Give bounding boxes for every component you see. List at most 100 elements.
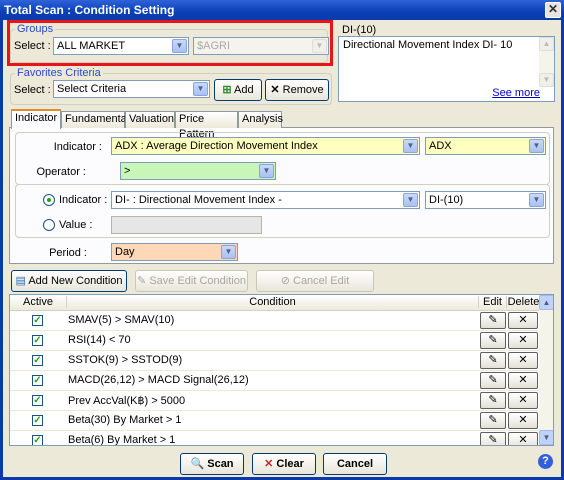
edit-button[interactable]: ✎ [480, 352, 506, 369]
indicator-label: Indicator : [53, 141, 102, 153]
active-checkbox[interactable]: ✓ [32, 335, 43, 346]
table-row[interactable]: ✓ Beta(6) By Market > 1 ✎ ✕ [10, 431, 540, 446]
active-checkbox[interactable]: ✓ [32, 395, 43, 406]
scan-button[interactable]: 🔍 Scan [180, 453, 244, 475]
edit-button[interactable]: ✎ [480, 412, 506, 429]
table-header: Active Condition Edit Delete [10, 295, 540, 311]
cancel-edit-condition-button[interactable]: ⊘ Cancel Edit Condition [256, 270, 374, 307]
condition-text: MACD(26,12) > MACD Signal(26,12) [68, 374, 249, 386]
delete-button[interactable]: ✕ [508, 432, 538, 446]
table-row[interactable]: ✓ RSI(14) < 70 ✎ ✕ [10, 331, 540, 351]
pencil-icon: ✎ [488, 434, 498, 446]
table-row[interactable]: ✓ Beta(30) By Market > 1 ✎ ✕ [10, 411, 540, 431]
operator-select[interactable]: > ▼ [120, 162, 276, 180]
edit-button[interactable]: ✎ [480, 432, 506, 446]
edit-button[interactable]: ✎ [480, 392, 506, 409]
window-title: Total Scan : Condition Setting [0, 0, 564, 20]
indicator-select[interactable]: ADX : Average Direction Movement Index ▼ [111, 137, 420, 155]
table-scrollbar[interactable]: ▲ ▼ [539, 295, 553, 445]
condition-text: Beta(6) By Market > 1 [68, 434, 176, 446]
pencil-icon: ✎ [488, 374, 498, 386]
condition-text: SMAV(5) > SMAV(10) [68, 314, 175, 326]
tab-analysis[interactable]: Analysis [238, 111, 283, 128]
active-checkbox[interactable]: ✓ [32, 435, 43, 445]
header-condition: Condition [66, 296, 478, 308]
tab-fundamental[interactable]: Fundamental [61, 111, 129, 128]
search-icon: 🔍 [190, 458, 205, 470]
scroll-down-icon[interactable]: ▼ [539, 73, 554, 87]
add-new-condition-button[interactable]: ▤ Add New Condition [11, 270, 127, 292]
market-select[interactable]: ALL MARKET ▼ [53, 37, 189, 55]
pencil-icon: ✎ [488, 334, 498, 346]
value-input[interactable] [111, 216, 262, 234]
delete-button[interactable]: ✕ [508, 392, 538, 409]
favorites-select[interactable]: Select Criteria ▼ [53, 80, 210, 98]
sector-select[interactable]: $AGRI ▼ [193, 37, 329, 55]
description-box: Directional Movement Index DI- 10 ▲ ▼ Se… [338, 36, 555, 102]
table-row[interactable]: ✓ Prev AccVal(K฿) > 5000 ✎ ✕ [10, 391, 540, 411]
chevron-down-icon: ▼ [221, 245, 236, 259]
table-row[interactable]: ✓ SMAV(5) > SMAV(10) ✎ ✕ [10, 311, 540, 331]
tab-price-pattern[interactable]: Price Pattern [175, 111, 238, 140]
active-checkbox[interactable]: ✓ [32, 315, 43, 326]
see-more-link[interactable]: See more [492, 87, 540, 99]
table-row[interactable]: ✓ SSTOK(9) > SSTOD(9) ✎ ✕ [10, 351, 540, 371]
remove-favorite-button[interactable]: ✕ Remove [265, 79, 329, 101]
condition-text: Prev AccVal(K฿) > 5000 [68, 395, 186, 407]
indicator-param-select[interactable]: ADX ▼ [425, 137, 546, 155]
clear-button[interactable]: ✕ Clear [252, 453, 316, 475]
active-checkbox[interactable]: ✓ [32, 415, 43, 426]
description-title: DI-(10) [342, 24, 377, 36]
compare-param-select[interactable]: DI-(10) ▼ [425, 191, 546, 209]
operator-label: Operator : [36, 166, 86, 178]
save-edit-condition-label: Save Edit Condition [149, 275, 246, 287]
edit-button[interactable]: ✎ [480, 312, 506, 329]
tab-valuation[interactable]: Valuation [125, 111, 175, 128]
period-select[interactable]: Day ▼ [111, 243, 238, 261]
indicator-radio[interactable] [43, 194, 55, 206]
save-edit-condition-button[interactable]: ✎ Save Edit Condition [135, 270, 248, 292]
close-icon: ✕ [264, 458, 274, 470]
delete-button[interactable]: ✕ [508, 372, 538, 389]
sector-select-value: $AGRI [197, 40, 231, 52]
close-icon: ✕ [270, 84, 280, 96]
cancel-icon: ⊘ [280, 275, 290, 287]
scroll-up-icon[interactable]: ▲ [539, 37, 554, 51]
active-checkbox[interactable]: ✓ [32, 375, 43, 386]
value-radio[interactable] [43, 219, 55, 231]
close-button[interactable]: ✕ [545, 2, 561, 18]
cancel-label: Cancel [336, 458, 374, 470]
condition-text: RSI(14) < 70 [68, 334, 131, 346]
tab-indicator[interactable]: Indicator [11, 109, 61, 129]
compare-indicator-select[interactable]: DI- : Directional Movement Index - ▼ [111, 191, 420, 209]
condition-text: Beta(30) By Market > 1 [68, 414, 182, 426]
cancel-button[interactable]: Cancel [323, 453, 387, 475]
period-label: Period : [49, 247, 87, 259]
header-edit: Edit [478, 296, 506, 308]
edit-button[interactable]: ✎ [480, 372, 506, 389]
delete-button[interactable]: ✕ [508, 352, 538, 369]
delete-button[interactable]: ✕ [508, 312, 538, 329]
edit-button[interactable]: ✎ [480, 332, 506, 349]
description-text: Directional Movement Index DI- 10 [343, 39, 513, 51]
favorites-select-label: Select : [14, 84, 51, 96]
add-favorite-button[interactable]: ⊞ Add [214, 79, 262, 101]
operator-select-value: > [124, 165, 131, 177]
close-icon: ✕ [518, 434, 528, 446]
groups-select-label: Select : [14, 40, 51, 52]
chevron-down-icon: ▼ [172, 39, 187, 53]
scroll-down-icon[interactable]: ▼ [539, 430, 553, 445]
delete-button[interactable]: ✕ [508, 332, 538, 349]
add-favorite-label: Add [234, 84, 254, 96]
compare-indicator-value: DI- : Directional Movement Index - [115, 194, 282, 206]
active-checkbox[interactable]: ✓ [32, 355, 43, 366]
indicator-select-value: ADX : Average Direction Movement Index [115, 140, 318, 152]
delete-button[interactable]: ✕ [508, 412, 538, 429]
scroll-up-icon[interactable]: ▲ [539, 295, 553, 310]
add-icon: ⊞ [222, 84, 232, 96]
chevron-down-icon: ▼ [403, 193, 418, 207]
description-scrollbar[interactable]: ▲ ▼ [539, 37, 554, 87]
header-delete: Delete [506, 296, 540, 308]
table-row[interactable]: ✓ MACD(26,12) > MACD Signal(26,12) ✎ ✕ [10, 371, 540, 391]
help-icon[interactable]: ? [538, 454, 553, 469]
